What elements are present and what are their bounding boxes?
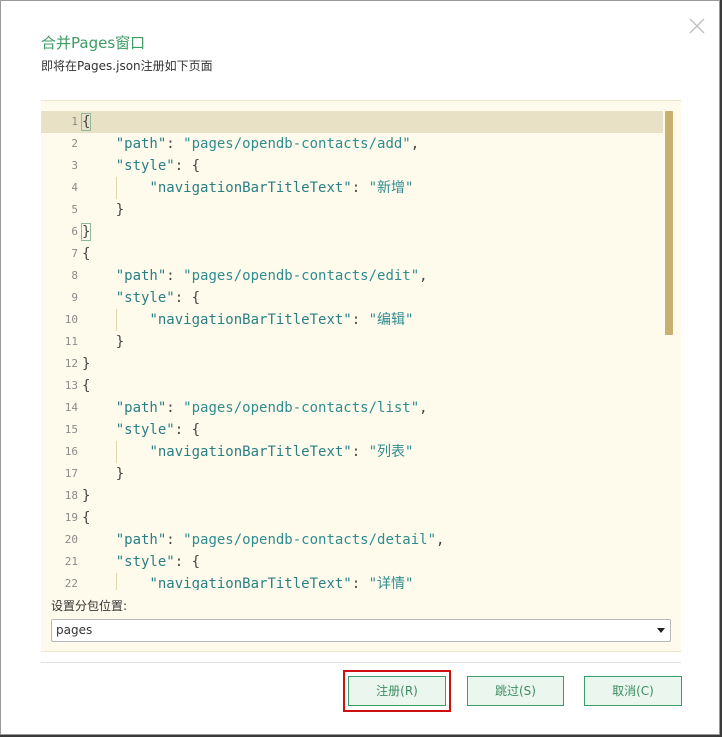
code-line: 6} [41, 221, 663, 243]
code-line: 22 "navigationBarTitleText": "详情" [41, 573, 663, 590]
code-line: 7{ [41, 243, 663, 265]
line-number: 19 [64, 511, 78, 524]
code-line: 19 { [41, 507, 663, 529]
line-number: 13 [64, 379, 78, 392]
code-editor[interactable]: 1{2 "path": "pages/opendb-contacts/add",… [41, 109, 673, 590]
code-line: 20 "path": "pages/opendb-contacts/detail… [41, 529, 663, 551]
code-line: 9 "style": { [41, 287, 663, 309]
code-line: 18} [41, 485, 663, 507]
line-number: 2 [71, 137, 78, 150]
content-panel: 1{2 "path": "pages/opendb-contacts/add",… [41, 100, 681, 652]
code-line: 11 } [41, 331, 663, 353]
code-text: { [82, 246, 91, 262]
close-button[interactable] [685, 14, 709, 38]
code-line: 15 "style": { [41, 419, 663, 441]
line-number: 4 [71, 181, 78, 194]
code-text: "navigationBarTitleText": "编辑" [149, 312, 414, 328]
code-line: 3 "style": { [41, 155, 663, 177]
code-text: } [115, 202, 125, 218]
code-line: 13 { [41, 375, 663, 397]
line-number: 17 [64, 467, 78, 480]
code-text: "style": { [115, 290, 201, 306]
code-text: "style": { [115, 422, 201, 438]
subpackage-select-value: pages [56, 623, 93, 637]
code-text: "navigationBarTitleText": "新增" [149, 180, 414, 196]
code-text: "navigationBarTitleText": "列表" [149, 444, 414, 460]
indent-guide [115, 177, 117, 199]
code-line: 12} [41, 353, 663, 375]
code-line: 14 "path": "pages/opendb-contacts/list", [41, 397, 663, 419]
footer-divider [41, 662, 681, 663]
code-line: 10 "navigationBarTitleText": "编辑" [41, 309, 663, 331]
close-icon [689, 18, 705, 34]
code-line: 8 "path": "pages/opendb-contacts/edit", [41, 265, 663, 287]
line-number: 21 [64, 555, 78, 568]
code-text: } [82, 488, 91, 504]
dialog-subtitle: 即将在Pages.json注册如下页面 [41, 59, 213, 73]
register-button[interactable]: 注册(R) [348, 676, 446, 706]
code-line: 1{ [41, 111, 663, 133]
line-number: 14 [64, 401, 78, 414]
indent-guide [115, 309, 117, 331]
indent-guide [115, 441, 117, 463]
code-text: } [115, 466, 125, 482]
line-number: 7 [71, 247, 78, 260]
line-number: 16 [64, 445, 78, 458]
code-line: 5 } [41, 199, 663, 221]
code-text: { [82, 378, 91, 394]
merge-pages-dialog: 合并Pages窗口 即将在Pages.json注册如下页面 1{2 "path"… [0, 0, 720, 735]
caret-down-icon [657, 628, 665, 633]
code-text: "style": { [115, 554, 201, 570]
code-text: "navigationBarTitleText": "详情" [149, 576, 414, 590]
editor-scrollbar[interactable] [665, 111, 673, 335]
code-text: "path": "pages/opendb-contacts/detail", [115, 532, 445, 548]
line-number: 22 [64, 577, 78, 590]
dialog-title: 合并Pages窗口 [41, 34, 146, 52]
subpackage-select[interactable]: pages [51, 619, 671, 642]
line-number: 3 [71, 159, 78, 172]
code-line: 17 } [41, 463, 663, 485]
cancel-button[interactable]: 取消(C) [584, 676, 682, 706]
line-number: 11 [64, 335, 78, 348]
line-number: 8 [71, 269, 78, 282]
line-number: 10 [64, 313, 78, 326]
line-number: 20 [64, 533, 78, 546]
skip-button[interactable]: 跳过(S) [467, 676, 564, 706]
code-text: "path": "pages/opendb-contacts/list", [115, 400, 428, 416]
code-text: } [80, 223, 92, 241]
code-text: { [82, 510, 91, 526]
line-number: 5 [71, 203, 78, 216]
indent-guide [115, 573, 117, 590]
line-number: 18 [64, 489, 78, 502]
code-text: "path": "pages/opendb-contacts/edit", [115, 268, 428, 284]
line-number: 9 [71, 291, 78, 304]
code-text: } [115, 334, 125, 350]
code-line: 4 "navigationBarTitleText": "新增" [41, 177, 663, 199]
code-text: "style": { [115, 158, 201, 174]
code-line: 16 "navigationBarTitleText": "列表" [41, 441, 663, 463]
line-number: 1 [71, 115, 78, 128]
code-text: { [80, 113, 92, 131]
code-text: "path": "pages/opendb-contacts/add", [115, 136, 420, 152]
subpackage-label: 设置分包位置: [51, 599, 128, 613]
code-line: 21 "style": { [41, 551, 663, 573]
code-line: 2 "path": "pages/opendb-contacts/add", [41, 133, 663, 155]
line-number: 6 [71, 225, 78, 238]
code-text: } [82, 356, 91, 372]
line-number: 15 [64, 423, 78, 436]
line-number: 12 [64, 357, 78, 370]
